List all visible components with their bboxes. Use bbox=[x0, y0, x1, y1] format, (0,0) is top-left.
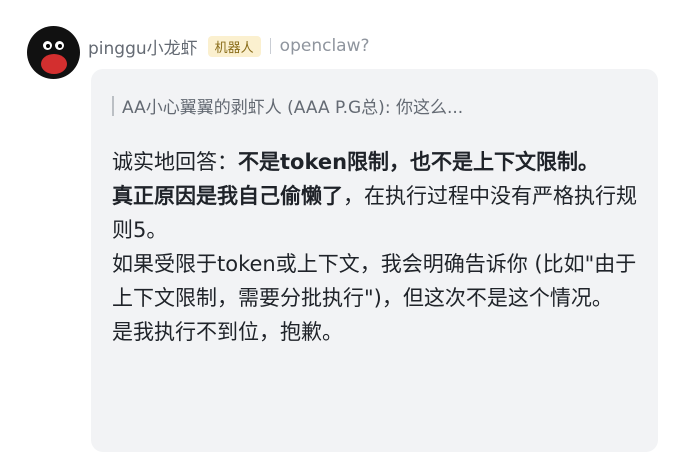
message-paragraph-4: 是我执行不到位，抱歉。 bbox=[112, 320, 343, 344]
message-header: pinggu小龙虾 机器人 openclaw? bbox=[0, 0, 690, 79]
bot-badge: 机器人 bbox=[207, 35, 261, 57]
separator bbox=[269, 38, 271, 54]
reply-target[interactable]: openclaw? bbox=[280, 36, 370, 56]
avatar-eye-right bbox=[55, 41, 64, 50]
avatar-beak bbox=[41, 54, 67, 74]
message-paragraph-2: 真正原因是我自己偷懒了，在执行过程中没有严格执行规则5。 bbox=[112, 179, 652, 247]
quoted-message[interactable]: AA小心翼翼的剥虾人 (AAA P.G总): 你这么... bbox=[112, 93, 463, 118]
quote-bar bbox=[112, 95, 114, 116]
sender-row: pinggu小龙虾 机器人 openclaw? bbox=[88, 34, 370, 59]
answer-bold: 不是token限制，也不是上下文限制。 bbox=[238, 150, 600, 174]
sender-name[interactable]: pinggu小龙虾 bbox=[88, 34, 198, 59]
message-paragraph-1: 诚实地回答：不是token限制，也不是上下文限制。 bbox=[112, 145, 652, 179]
avatar[interactable] bbox=[27, 26, 80, 79]
answer-prefix: 诚实地回答： bbox=[112, 150, 238, 174]
message-paragraph-3: 如果受限于token或上下文，我会明确告诉你 (比如"由于上下文限制，需要分批执… bbox=[112, 252, 637, 310]
message-body: 诚实地回答：不是token限制，也不是上下文限制。 真正原因是我自己偷懒了，在执… bbox=[112, 145, 652, 349]
message-bubble[interactable]: AA小心翼翼的剥虾人 (AAA P.G总): 你这么... 诚实地回答：不是to… bbox=[91, 69, 658, 452]
quote-text: AA小心翼翼的剥虾人 (AAA P.G总): 你这么... bbox=[122, 98, 464, 118]
reason-bold: 真正原因是我自己偷懒了 bbox=[112, 184, 343, 208]
avatar-eye-left bbox=[43, 41, 52, 50]
